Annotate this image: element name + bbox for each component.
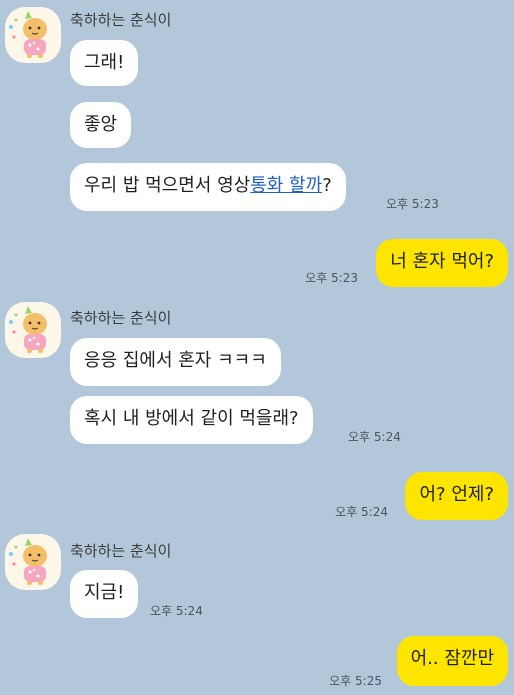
message-bubble[interactable]: 혹시 내 방에서 같이 먹을래?	[70, 396, 313, 444]
contact-avatar[interactable]	[5, 7, 61, 63]
sender-name[interactable]: 축하하는 춘식이	[70, 10, 171, 30]
message-text: 그래!	[84, 52, 125, 73]
message-text: 어? 언제?	[419, 484, 494, 505]
sender-name[interactable]: 축하하는 춘식이	[70, 541, 171, 561]
message-timestamp: 오후 5:24	[150, 604, 203, 618]
message-text: 지금!	[84, 582, 125, 603]
message-timestamp: 오후 5:23	[305, 271, 358, 285]
sent-message-bubble[interactable]: 너 혼자 먹어?	[376, 239, 508, 287]
message-text: 응응 집에서 혼자 ㅋㅋㅋ	[84, 350, 267, 371]
message-text: 좋앙	[84, 114, 118, 135]
chunsik-character-icon	[9, 11, 47, 58]
chat-room: { "contact": { "name": "축하하는 춘식이", "avat…	[0, 0, 514, 695]
message-text: 우리 밥 먹으면서 영상	[84, 175, 251, 196]
call-link[interactable]: 통화 할까	[250, 175, 322, 196]
chunsik-character-icon	[9, 306, 47, 353]
contact-avatar[interactable]	[5, 534, 61, 590]
message-bubble[interactable]: 좋앙	[70, 102, 132, 148]
message-bubble[interactable]: 지금!	[70, 570, 139, 618]
chunsik-character-icon	[9, 538, 47, 585]
message-timestamp: 오후 5:23	[386, 197, 439, 211]
message-text: 혹시 내 방에서 같이 먹을래?	[84, 408, 299, 429]
sent-message-bubble[interactable]: 어? 언제?	[405, 472, 508, 520]
sent-message-bubble[interactable]: 어.. 잠깐만	[396, 636, 508, 686]
message-text: 너 혼자 먹어?	[390, 251, 494, 272]
message-text: 어.. 잠깐만	[410, 648, 494, 669]
contact-avatar[interactable]	[5, 302, 61, 358]
message-timestamp: 오후 5:24	[335, 505, 388, 519]
message-timestamp: 오후 5:24	[348, 430, 401, 444]
message-bubble[interactable]: 응응 집에서 혼자 ㅋㅋㅋ	[70, 338, 281, 386]
message-bubble[interactable]: 우리 밥 먹으면서 영상통화 할까?	[70, 163, 346, 211]
message-bubble[interactable]: 그래!	[70, 40, 139, 86]
message-text: ?	[322, 175, 332, 196]
message-timestamp: 오후 5:25	[329, 674, 382, 688]
sender-name[interactable]: 축하하는 춘식이	[70, 308, 171, 328]
